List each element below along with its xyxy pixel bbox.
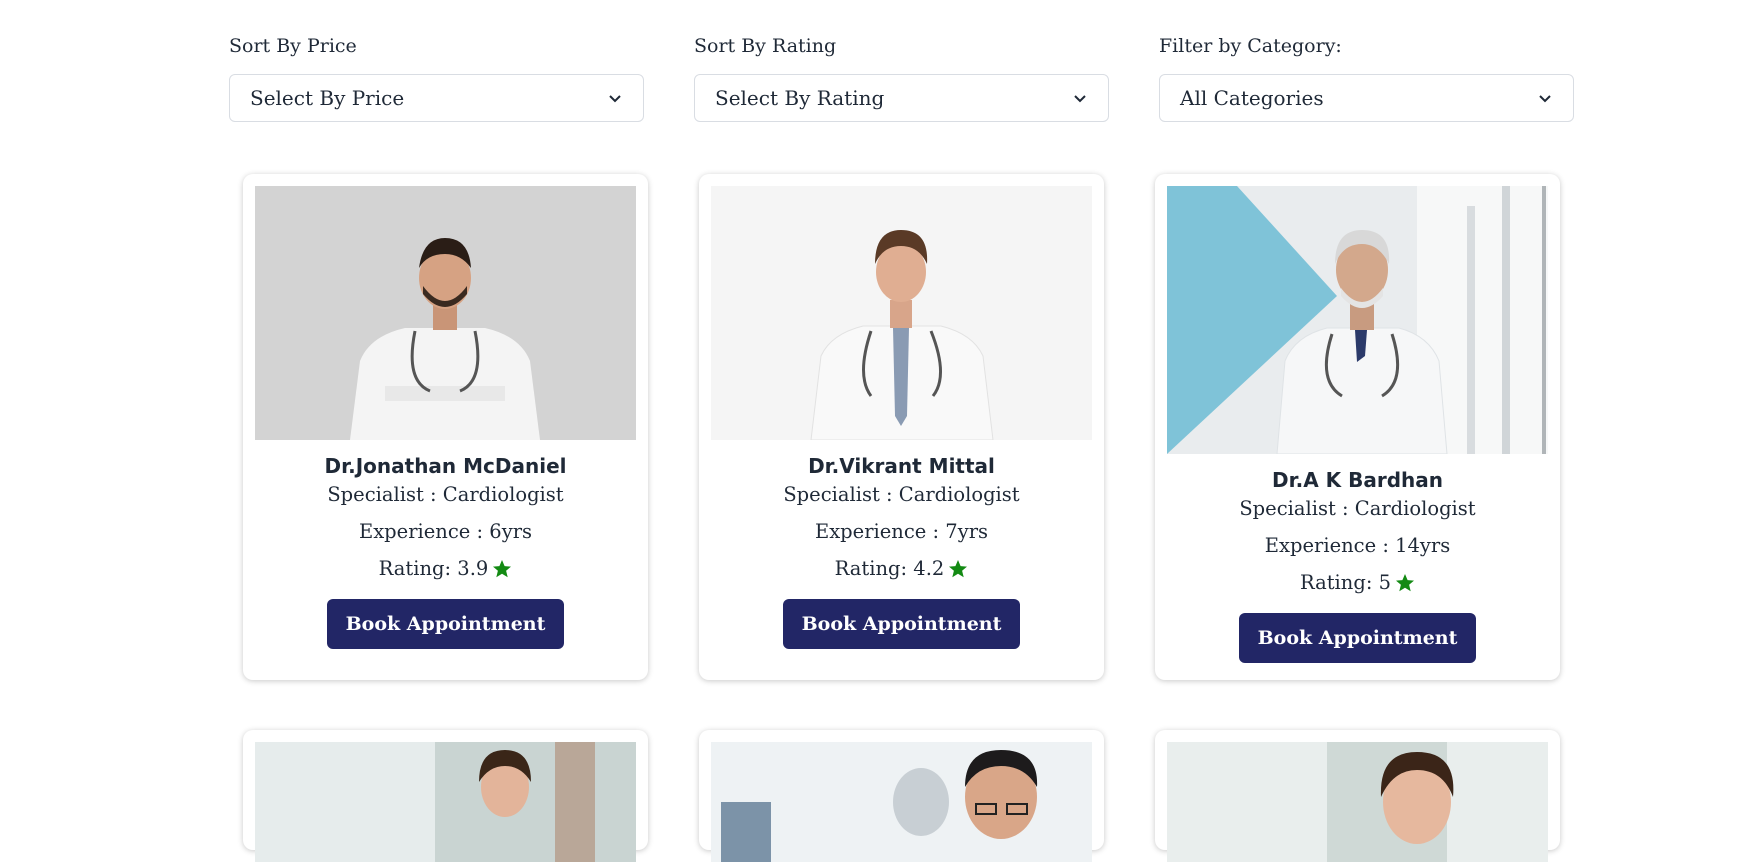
doctor-card (1155, 730, 1560, 862)
category-select[interactable]: All Categories (1159, 74, 1574, 122)
doctor-card: Dr.A K Bardhan Specialist : Cardiologist… (1155, 174, 1560, 680)
doctor-photo (255, 742, 636, 862)
doctor-name: Dr.Vikrant Mittal (808, 454, 995, 478)
doctor-photo (1167, 742, 1548, 862)
price-select-value: Select By Price (250, 86, 405, 110)
star-icon (493, 560, 512, 578)
star-icon (949, 560, 968, 578)
category-filter: Filter by Category: All Categories (1159, 34, 1574, 122)
rating-filter: Sort By Rating Select By Rating (694, 34, 1109, 122)
doctor-rating-text: Rating: 5 (1299, 571, 1392, 594)
rating-select[interactable]: Select By Rating (694, 74, 1109, 122)
doctor-experience: Experience : 14yrs (1264, 534, 1451, 557)
chevron-down-icon (609, 95, 621, 103)
book-appointment-button[interactable]: Book Appointment (326, 599, 565, 649)
doctor-rating: Rating: 3.9 (255, 557, 636, 581)
doctor-name: Dr.A K Bardhan (1271, 468, 1443, 492)
doctor-photo (255, 186, 636, 440)
doctor-card (243, 730, 648, 862)
doctor-experience: Experience : 6yrs (358, 520, 533, 543)
doctor-rating: Rating: 5 (1167, 571, 1548, 595)
doctor-photo (1167, 186, 1548, 454)
rating-select-value: Select By Rating (715, 86, 885, 110)
doctor-specialty: Specialist : Cardiologist (327, 483, 564, 506)
doctor-name: Dr.Jonathan McDaniel (324, 454, 567, 478)
price-filter: Sort By Price Select By Price (229, 34, 644, 122)
doctor-experience: Experience : 7yrs (814, 520, 989, 543)
doctor-specialty: Specialist : Cardiologist (783, 483, 1020, 506)
category-filter-label: Filter by Category: (1159, 35, 1342, 57)
doctor-photo (711, 742, 1092, 862)
price-filter-label: Sort By Price (229, 35, 357, 57)
price-select[interactable]: Select By Price (229, 74, 644, 122)
chevron-down-icon (1074, 95, 1086, 103)
star-icon (1396, 574, 1415, 592)
doctor-rating-text: Rating: 3.9 (378, 557, 489, 580)
chevron-down-icon (1539, 95, 1551, 103)
doctor-photo (711, 186, 1092, 440)
doctor-rating-text: Rating: 4.2 (834, 557, 945, 580)
book-appointment-button[interactable]: Book Appointment (782, 599, 1021, 649)
doctor-specialty: Specialist : Cardiologist (1239, 497, 1476, 520)
book-appointment-button[interactable]: Book Appointment (1238, 613, 1477, 663)
rating-filter-label: Sort By Rating (694, 35, 837, 57)
doctor-rating: Rating: 4.2 (711, 557, 1092, 581)
doctor-card: Dr.Jonathan McDaniel Specialist : Cardio… (243, 174, 648, 680)
category-select-value: All Categories (1180, 86, 1324, 110)
doctor-card (699, 730, 1104, 862)
doctor-card: Dr.Vikrant Mittal Specialist : Cardiolog… (699, 174, 1104, 680)
